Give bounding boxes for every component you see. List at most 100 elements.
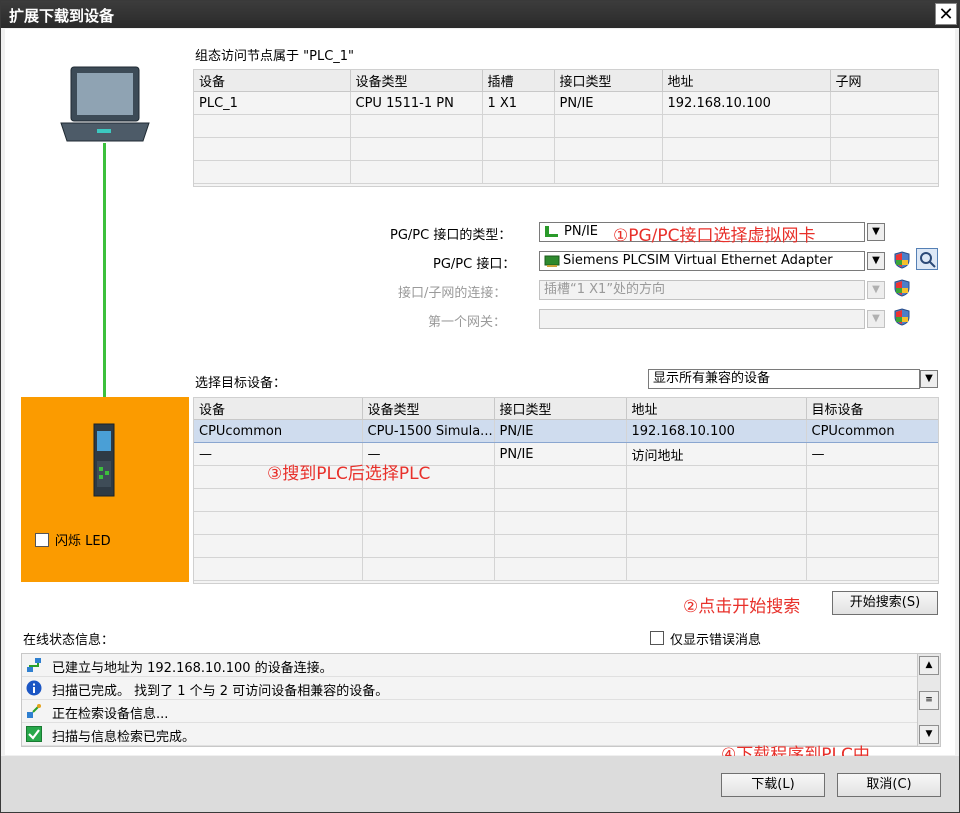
config-table-cell: [830, 91, 938, 115]
scroll-down-button[interactable]: ▼: [919, 725, 939, 744]
target-table-cell: [806, 488, 938, 512]
config-table-cell: 192.168.10.100: [662, 91, 831, 115]
network-connection-icon: [27, 658, 41, 672]
device-filter-select[interactable]: 显示所有兼容的设备: [648, 369, 920, 389]
target-table-cell: [626, 557, 807, 581]
dialog-footer: 下载(L) 取消(C): [1, 756, 959, 812]
plc-device-icon: [93, 423, 115, 497]
annotation-1: ①PG/PC接口选择虚拟网卡: [613, 226, 816, 246]
status-message-list: 已建立与地址为 192.168.10.100 的设备连接。 扫描已完成。 找到了…: [21, 653, 941, 747]
config-table-cell: CPU 1511-1 PN: [350, 91, 483, 115]
target-table-cell: 192.168.10.100: [626, 419, 807, 443]
network-card-icon: [544, 255, 560, 267]
target-table-row[interactable]: [194, 557, 938, 581]
config-table-column-header[interactable]: 插槽: [482, 70, 555, 92]
config-table-row[interactable]: [194, 137, 938, 161]
config-table-cell: [194, 114, 351, 138]
config-section-label: 组态访问节点属于 "PLC_1": [195, 49, 355, 64]
target-table-cell: [626, 511, 807, 535]
subnet-connection-dropdown: ▼: [867, 281, 885, 299]
shield-icon[interactable]: [894, 279, 910, 297]
target-table-column-header[interactable]: 设备类型: [362, 398, 495, 420]
dialog-content: 组态访问节点属于 "PLC_1" 设备 设备类型 插槽 接口类型 地址 子网 PLC_1 C…: [5, 29, 955, 765]
target-table-row[interactable]: [194, 511, 938, 535]
config-table-cell: [830, 137, 938, 161]
config-table-cell: [662, 114, 831, 138]
gateway-dropdown: ▼: [867, 310, 885, 328]
config-table-column-header[interactable]: 地址: [662, 70, 831, 92]
target-table-column-header[interactable]: 设备: [194, 398, 363, 420]
config-table-cell: [662, 137, 831, 161]
target-table-cell: [494, 534, 627, 558]
target-table-row[interactable]: CPUcommon CPU-1500 Simula... PN/IE 192.168.…: [194, 419, 938, 443]
config-table-cell: [554, 114, 663, 138]
status-scrollbar[interactable]: ▲ ≡ ▼: [917, 654, 940, 746]
target-table-cell: 访问地址: [626, 442, 807, 466]
config-table-cell: [662, 160, 831, 184]
target-table-cell: [626, 465, 807, 489]
config-table-cell: [554, 160, 663, 184]
pgpc-interface-dropdown[interactable]: ▼: [867, 252, 885, 270]
config-table-cell: PN/IE: [554, 91, 663, 115]
config-table-cell: [350, 114, 483, 138]
pgpc-interface-value: Siemens PLCSIM Virtual Ethernet Adapter: [563, 253, 833, 268]
pgpc-type-label: PG/PC 接口的类型：: [390, 228, 512, 243]
errors-only-checkbox[interactable]: [650, 631, 664, 645]
target-table-cell: PN/IE: [494, 442, 627, 466]
diagnostics-button[interactable]: [916, 248, 938, 270]
target-table-cell: [362, 534, 495, 558]
config-table-cell: [482, 114, 555, 138]
target-table-column-header[interactable]: 目标设备: [806, 398, 938, 420]
target-table-cell: [494, 465, 627, 489]
info-icon: [26, 680, 42, 696]
config-table-column-header[interactable]: 设备类型: [350, 70, 483, 92]
config-table-column-header[interactable]: 接口类型: [554, 70, 663, 92]
cancel-button[interactable]: 取消(C): [837, 773, 941, 797]
target-table-cell: [194, 534, 363, 558]
gateway-label: 第一个网关：: [428, 315, 507, 330]
close-button[interactable]: ✕: [935, 3, 957, 25]
annotation-3: ③搜到PLC后选择PLC: [267, 464, 431, 484]
target-table-row[interactable]: [194, 534, 938, 558]
config-table-column-header[interactable]: 设备: [194, 70, 351, 92]
config-table-cell: PLC_1: [194, 91, 351, 115]
target-table-column-header[interactable]: 地址: [626, 398, 807, 420]
start-search-button[interactable]: 开始搜索(S): [832, 591, 938, 615]
scroll-thumb[interactable]: ≡: [919, 691, 939, 710]
config-table-cell: 1 X1: [482, 91, 555, 115]
scroll-up-button[interactable]: ▲: [919, 656, 939, 675]
dialog-title: 扩展下载到设备: [9, 7, 115, 25]
pgpc-type-value: PN/IE: [564, 224, 598, 239]
subnet-connection-select: 插槽“1 X1”处的方向: [539, 280, 865, 300]
device-filter-dropdown[interactable]: ▼: [920, 370, 938, 388]
flash-led-checkbox[interactable]: [35, 533, 49, 547]
status-message-text: 正在检索设备信息...: [52, 707, 169, 722]
target-table-cell: [494, 557, 627, 581]
config-table-column-header[interactable]: 子网: [830, 70, 938, 92]
config-table-row[interactable]: [194, 114, 938, 138]
config-table-row[interactable]: [194, 160, 938, 184]
target-table-cell: [806, 465, 938, 489]
pgpc-interface-label: PG/PC 接口：: [433, 257, 516, 272]
pgpc-type-dropdown[interactable]: ▼: [867, 223, 885, 241]
target-table-row[interactable]: [194, 488, 938, 512]
target-table-column-header[interactable]: 接口类型: [494, 398, 627, 420]
config-table-cell: [554, 137, 663, 161]
target-table-cell: [494, 511, 627, 535]
status-section-label: 在线状态信息：: [23, 633, 115, 648]
target-table-cell: CPUcommon: [806, 419, 938, 443]
pgpc-interface-select[interactable]: Siemens PLCSIM Virtual Ethernet Adapter: [539, 251, 865, 271]
config-table-cell: [194, 137, 351, 161]
download-button[interactable]: 下载(L): [721, 773, 825, 797]
retrieving-icon: [27, 704, 41, 718]
target-table-cell: [362, 557, 495, 581]
config-table-cell: [350, 160, 483, 184]
ethernet-plug-icon: [545, 225, 558, 237]
target-table-cell: [194, 557, 363, 581]
gateway-select: [539, 309, 865, 329]
config-table-row[interactable]: PLC_1 CPU 1511-1 PN 1 X1 PN/IE 192.168.10.10…: [194, 91, 938, 115]
target-table-cell: [806, 557, 938, 581]
shield-icon[interactable]: [894, 308, 910, 326]
shield-icon[interactable]: [894, 251, 910, 269]
title-bar: 扩展下载到设备 ✕: [1, 1, 959, 28]
